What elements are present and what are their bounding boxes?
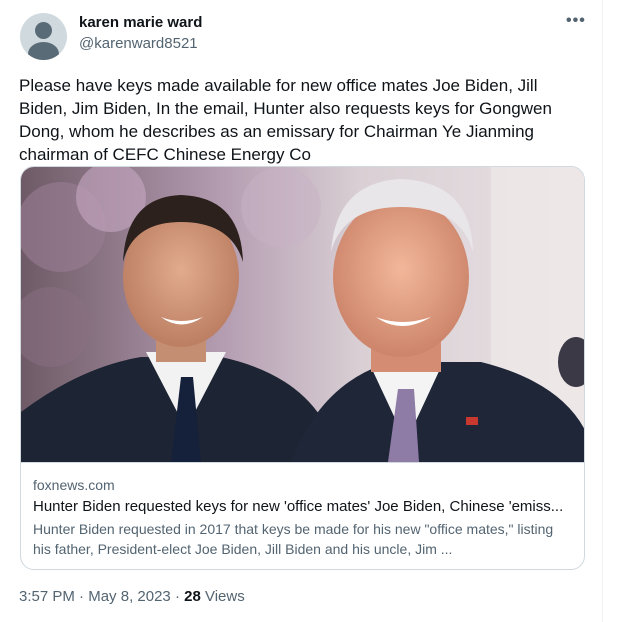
link-description: Hunter Biden requested in 2017 that keys… bbox=[33, 521, 554, 557]
tweet-meta: 3:57 PM · May 8, 2023 · 28 Views bbox=[19, 588, 245, 605]
views-label: Views bbox=[200, 588, 245, 605]
link-preview-image[interactable] bbox=[21, 167, 584, 462]
more-horizontal-icon[interactable]: ••• bbox=[566, 12, 586, 30]
default-avatar-head-icon bbox=[35, 22, 52, 39]
link-preview-meta[interactable]: foxnews.com Hunter Biden requested keys … bbox=[21, 462, 584, 569]
meta-separator: · bbox=[74, 588, 89, 605]
link-domain: foxnews.com bbox=[33, 477, 115, 493]
tweet-time[interactable]: 3:57 PM bbox=[19, 588, 75, 605]
author-display-name[interactable]: karen marie ward bbox=[79, 14, 202, 31]
tweet-text: Please have keys made available for new … bbox=[19, 76, 552, 164]
avatar[interactable] bbox=[20, 13, 67, 60]
default-avatar-body-icon bbox=[28, 42, 59, 60]
author-handle[interactable]: @karenward8521 bbox=[79, 35, 198, 52]
meta-separator: · bbox=[170, 588, 185, 605]
tweet-date[interactable]: May 8, 2023 bbox=[88, 588, 171, 605]
link-title[interactable]: Hunter Biden requested keys for new 'off… bbox=[33, 498, 573, 515]
views-count[interactable]: 28 bbox=[184, 588, 201, 605]
tweet-container: karen marie ward @karenward8521 ••• Plea… bbox=[0, 0, 603, 622]
link-preview-card[interactable]: foxnews.com Hunter Biden requested keys … bbox=[20, 166, 585, 570]
